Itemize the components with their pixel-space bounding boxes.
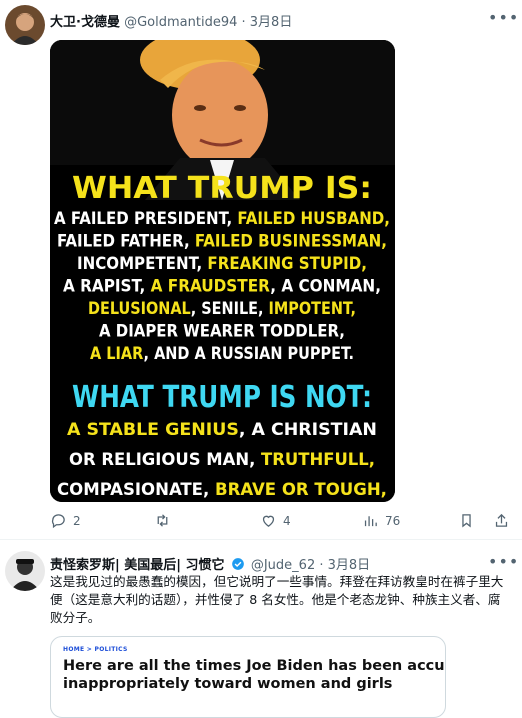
- like-count: 4: [283, 513, 291, 528]
- photo-face: [172, 60, 268, 170]
- handle[interactable]: @Jude_62: [251, 558, 315, 573]
- meme-not-line-1: A STABLE GENIUS, A CHRISTIAN: [67, 420, 377, 440]
- more-icon[interactable]: •••: [488, 6, 518, 30]
- tweet-actions: 2 4 76: [50, 512, 512, 534]
- meme-is-line-4: A RAPIST, A FRAUDSTER, A CONMAN,: [63, 277, 381, 297]
- meme-is-line-4-segment-1: A RAPIST,: [63, 277, 151, 297]
- separator: ·: [241, 15, 246, 30]
- meme-is-line-2-segment-1: FAILED FATHER,: [57, 232, 195, 252]
- separator: ·: [319, 558, 324, 573]
- link-card[interactable]: HOME > POLITICS Here are all the times J…: [50, 636, 446, 718]
- share-icon: [495, 513, 508, 527]
- timestamp[interactable]: 3月8日: [328, 558, 371, 573]
- meme-text: WHAT TRUMP IS: A FAILED PRESIDENT, FAILED…: [54, 171, 390, 500]
- meme-is-line-6-segment-1: A DIAPER WEARER TODDLER,: [99, 322, 345, 342]
- bookmark-icon: [462, 514, 471, 528]
- meme-not-line-3-segment-2: BRAVE OR TOUGH,: [215, 480, 387, 500]
- timestamp[interactable]: 3月8日: [250, 15, 293, 30]
- tweet-text: 这是我见过的最愚蠢的模因，但它说明了一些事情。拜登在拜访教皇时在裤子里大便（这是…: [50, 574, 504, 625]
- meme-is-line-6: A DIAPER WEARER TODDLER,: [99, 322, 345, 342]
- tweet-header: 大卫·戈德曼 @Goldmantide94 · 3月8日: [50, 11, 292, 30]
- meme-is-line-5-segment-3: IMPOTENT,: [269, 299, 356, 319]
- display-name[interactable]: 责怪索罗斯| 美国最后| 习惯它: [50, 558, 225, 573]
- meme-is-line-2: FAILED FATHER, FAILED BUSINESSMAN,: [57, 232, 387, 252]
- card-headline-line-2: inappropriately toward women and girls: [63, 676, 393, 692]
- verified-badge-icon[interactable]: [231, 557, 245, 571]
- meme-is-line-3-segment-1: INCOMPETENT,: [77, 254, 207, 274]
- views-button[interactable]: 76: [362, 512, 400, 529]
- meme-is-line-7-segment-2: , AND A RUSSIAN PUPPET.: [144, 344, 354, 364]
- meme-is-line-2-segment-2: FAILED BUSINESSMAN,: [195, 232, 387, 252]
- avatar[interactable]: [5, 551, 45, 591]
- heart-icon: [262, 515, 275, 527]
- meme-not-line-3-segment-1: COMPASIONATE,: [57, 480, 215, 500]
- reply-icon: [51, 514, 65, 529]
- reply-button[interactable]: 2: [50, 512, 81, 529]
- meme-not-line-2-segment-2: TRUTHFULL,: [261, 450, 375, 470]
- views-icon: [364, 516, 377, 527]
- tweet-1: 大卫·戈德曼 @Goldmantide94 · 3月8日 ••• WHAT TR…: [0, 0, 522, 540]
- meme-is-line-4-segment-2: A FRAUDSTER: [151, 277, 271, 297]
- card-headline: Here are all the times Joe Biden has bee…: [63, 657, 445, 693]
- retweet-button[interactable]: [154, 512, 177, 529]
- meme-is-line-3-segment-2: FREAKING STUPID,: [207, 254, 367, 274]
- meme-is-line-1-segment-1: A FAILED PRESIDENT,: [54, 209, 237, 229]
- meme-not-line-3: COMPASIONATE, BRAVE OR TOUGH,: [57, 480, 387, 500]
- meme-is-line-5-segment-2: , SENILE,: [191, 299, 269, 319]
- card-headline-line-1: Here are all the times Joe Biden has bee…: [63, 658, 445, 674]
- reply-count: 2: [73, 513, 81, 528]
- meme-is-line-5-segment-1: DELUSIONAL: [88, 299, 191, 319]
- meme-is-line-1-segment-2: FAILED HUSBAND,: [237, 209, 390, 229]
- meme-is-line-4-segment-3: , A CONMAN,: [270, 277, 381, 297]
- meme-not-line-1-segment-1: A STABLE GENIUS: [67, 420, 239, 440]
- meme-is-line-7: A LIAR, AND A RUSSIAN PUPPET.: [90, 344, 354, 364]
- meme-graphic: WHAT TRUMP IS: A FAILED PRESIDENT, FAILED…: [50, 40, 395, 502]
- meme-is-line-7-segment-1: A LIAR: [90, 344, 144, 364]
- avatar[interactable]: [5, 5, 45, 45]
- views-count: 76: [385, 513, 401, 528]
- meme-not-line-2: OR RELIGIOUS MAN, TRUTHFULL,: [69, 450, 375, 470]
- tweet-header: 责怪索罗斯| 美国最后| 习惯它 @Jude_62 · 3月8日: [50, 554, 370, 573]
- bookmark-button[interactable]: [458, 512, 475, 529]
- meme-heading-is: WHAT TRUMP IS:: [72, 171, 372, 206]
- meme-is-line-5: DELUSIONAL, SENILE, IMPOTENT,: [88, 299, 356, 319]
- meme-heading-not: WHAT TRUMP IS NOT:: [72, 380, 372, 415]
- retweet-icon: [157, 514, 168, 527]
- like-button[interactable]: 4: [260, 512, 291, 529]
- card-category: HOME > POLITICS: [63, 646, 128, 653]
- more-icon[interactable]: •••: [488, 550, 518, 574]
- meme-not-line-1-segment-2: , A CHRISTIAN: [239, 420, 377, 440]
- meme-is-line-3: INCOMPETENT, FREAKING STUPID,: [77, 254, 367, 274]
- tweet-image[interactable]: WHAT TRUMP IS: A FAILED PRESIDENT, FAILED…: [50, 40, 395, 502]
- share-button[interactable]: [493, 512, 510, 529]
- meme-is-line-1: A FAILED PRESIDENT, FAILED HUSBAND,: [54, 209, 390, 229]
- handle[interactable]: @Goldmantide94: [124, 15, 237, 30]
- display-name[interactable]: 大卫·戈德曼: [50, 15, 120, 30]
- meme-not-line-2-segment-1: OR RELIGIOUS MAN,: [69, 450, 261, 470]
